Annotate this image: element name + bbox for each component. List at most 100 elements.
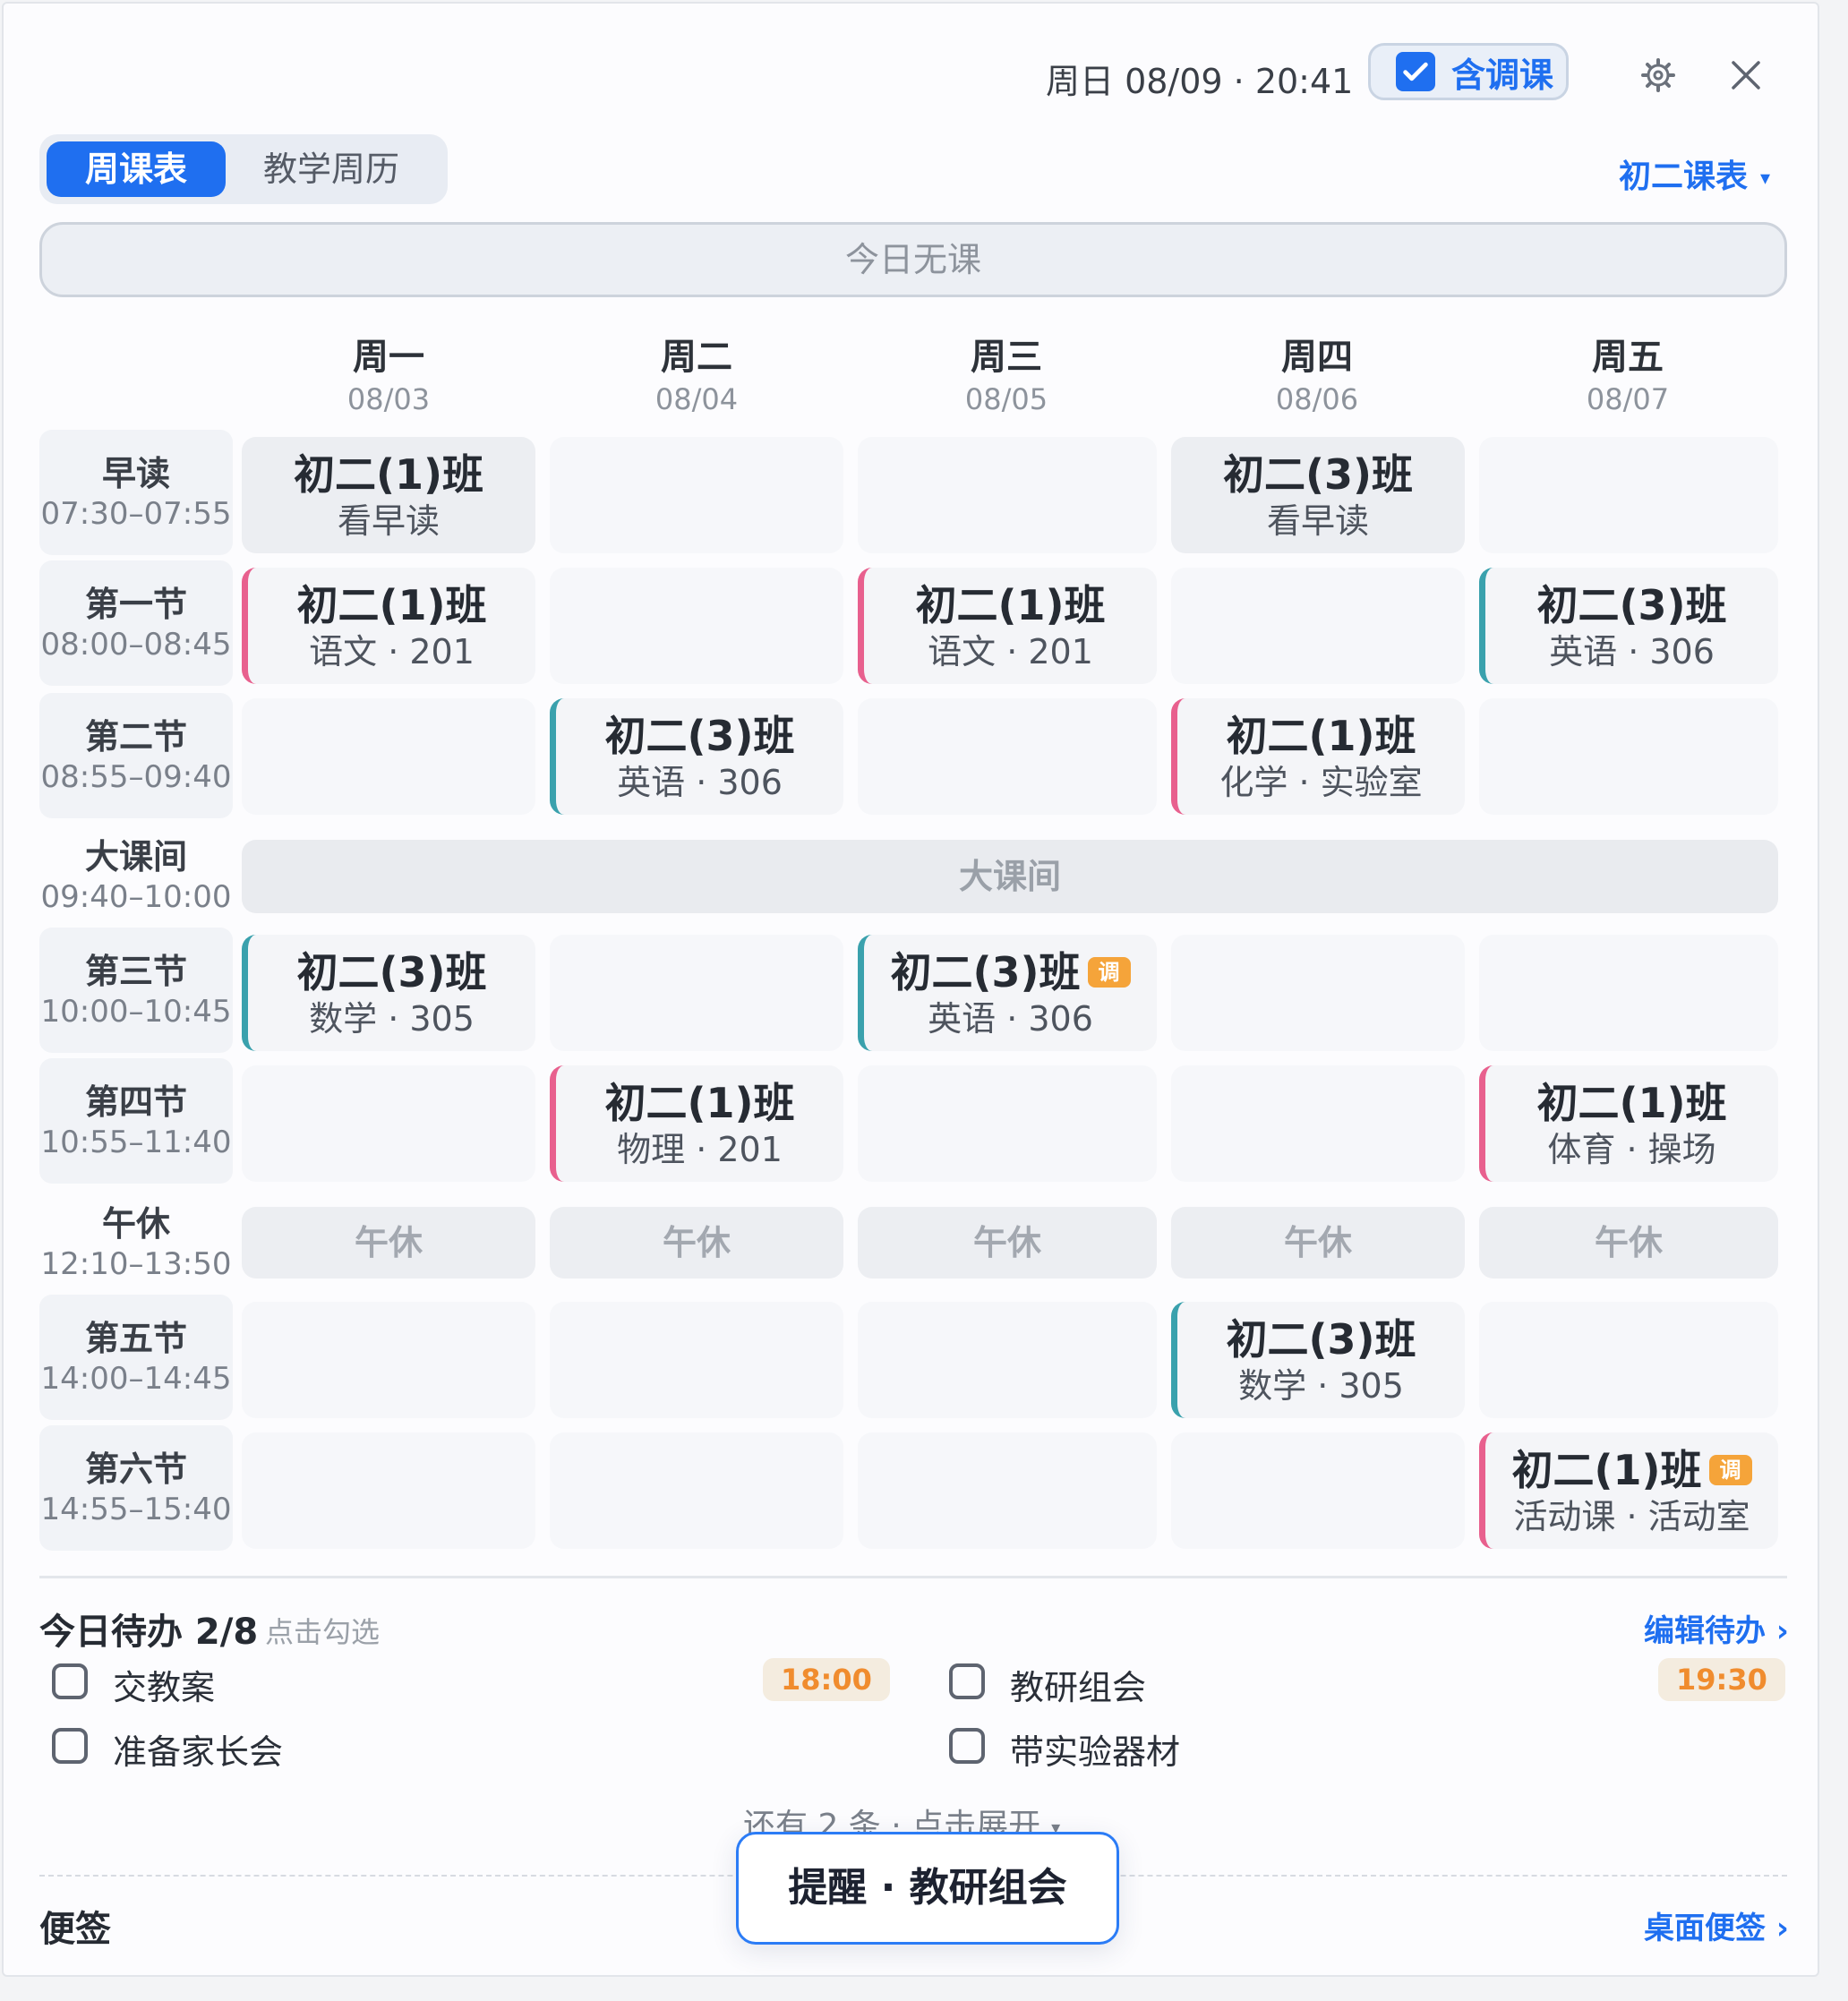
class-card[interactable]: 初二(3)班 看早读 [1171,437,1465,553]
class-detail: 英语 · 306 [928,999,1093,1039]
class-card[interactable]: 初二(1)班 语文 · 201 [242,568,535,684]
empty-slot[interactable] [242,1432,535,1549]
adjusted-badge: 调 [1708,1454,1752,1485]
empty-slot[interactable] [1479,437,1778,553]
schedule-selector[interactable]: 初二课表 ▾ [1619,150,1770,197]
class-detail: 英语 · 306 [617,763,783,802]
empty-slot[interactable] [550,568,843,684]
empty-slot[interactable] [550,1432,843,1549]
include-adjustments-label: 含调课 [1451,55,1554,95]
empty-slot[interactable] [1479,935,1778,1051]
empty-slot[interactable] [1171,1065,1465,1182]
class-card[interactable]: 初二(3)班 数学 · 305 [242,935,535,1051]
todo-hint: 点击勾选 [265,1615,381,1649]
day-header-tue: 周二 08/04 [580,335,813,419]
class-name: 初二(3)班 [296,948,487,996]
period-name: 第一节 [84,585,187,624]
empty-slot[interactable] [858,1302,1157,1418]
checkbox[interactable] [949,1663,985,1699]
class-name: 初二(1)班 [1536,1079,1727,1127]
class-name: 初二(1)班 [915,581,1106,629]
day-name: 周五 [1592,337,1664,378]
period-label: 第五节 14:00–14:45 [39,1295,233,1420]
period-time: 14:55–15:40 [40,1492,232,1527]
class-card[interactable]: 初二(1)班 体育 · 操场 [1479,1065,1778,1182]
todo-item[interactable]: 带实验器材 [949,1721,1773,1774]
empty-slot[interactable] [858,437,1157,553]
period-name: 第四节 [84,1082,187,1122]
class-name: 初二(1)班 [1226,712,1416,760]
class-detail: 英语 · 306 [1549,632,1715,671]
lunch-cell: 午休 [242,1207,535,1278]
view-tabs: 周课表 教学周历 [39,134,448,204]
day-header-fri: 周五 08/07 [1511,335,1744,419]
checkbox[interactable] [949,1728,985,1764]
tab-teaching-calendar[interactable]: 教学周历 [242,141,421,197]
todo-item[interactable]: 交教案 18:00 [52,1656,890,1710]
class-card[interactable]: 初二(1)班调 活动课 · 活动室 [1479,1432,1778,1549]
period-label: 午休 12:10–13:50 [39,1180,233,1305]
period-name: 第五节 [84,1319,187,1358]
period-time: 10:00–10:45 [40,994,232,1030]
include-adjustments-toggle[interactable]: 含调课 [1368,43,1569,100]
empty-slot[interactable] [242,1065,535,1182]
period-label: 第六节 14:55–15:40 [39,1425,233,1551]
class-card[interactable]: 初二(1)班 看早读 [242,437,535,553]
class-detail: 活动课 · 活动室 [1513,1497,1750,1536]
class-card[interactable]: 初二(1)班 物理 · 201 [550,1065,843,1182]
empty-slot[interactable] [1171,568,1465,684]
gear-icon[interactable] [1637,54,1680,97]
class-card[interactable]: 初二(3)班 数学 · 305 [1171,1302,1465,1418]
class-detail: 化学 · 实验室 [1219,763,1423,802]
class-name: 初二(3)班 [1226,1315,1416,1364]
close-icon[interactable] [1724,54,1767,97]
class-card[interactable]: 初二(3)班调 英语 · 306 [858,935,1157,1051]
checkbox[interactable] [52,1663,88,1699]
period-time: 08:55–09:40 [40,759,232,795]
empty-slot[interactable] [1479,698,1778,815]
todo-text: 准备家长会 [113,1732,284,1772]
class-card[interactable]: 初二(3)班 英语 · 306 [550,698,843,815]
class-title-row: 初二(3)班调 [864,947,1157,997]
day-name: 周一 [353,337,424,378]
empty-slot[interactable] [1479,1302,1778,1418]
empty-slot[interactable] [1171,935,1465,1051]
day-date: 08/06 [1275,382,1359,416]
edit-todos-link[interactable]: 编辑待办 › [1644,1606,1789,1650]
class-card[interactable]: 初二(1)班 语文 · 201 [858,568,1157,684]
empty-slot[interactable] [858,1432,1157,1549]
period-label: 第四节 10:55–11:40 [39,1058,233,1184]
empty-slot[interactable] [858,698,1157,815]
class-card[interactable]: 初二(3)班 英语 · 306 [1479,568,1778,684]
todo-item[interactable]: 准备家长会 [52,1721,876,1774]
schedule-selector-label: 初二课表 [1619,158,1749,195]
lunch-cell: 午休 [550,1207,843,1278]
checkbox-icon [1396,52,1435,91]
period-label: 第三节 10:00–10:45 [39,928,233,1053]
day-date: 08/05 [964,382,1048,416]
class-name: 初二(3)班 [1536,581,1727,629]
class-detail: 看早读 [337,501,440,541]
empty-slot[interactable] [242,698,535,815]
empty-slot[interactable] [550,1302,843,1418]
empty-slot[interactable] [550,437,843,553]
reminder-toast[interactable]: 提醒 · 教研组会 [736,1832,1119,1945]
chevron-down-icon: ▾ [1760,167,1771,190]
section-divider [39,1576,1787,1578]
desktop-notes-link[interactable]: 桌面便签 › [1644,1903,1789,1947]
period-time: 08:00–08:45 [40,627,232,663]
empty-slot[interactable] [550,935,843,1051]
empty-slot[interactable] [1171,1432,1465,1549]
empty-slot[interactable] [858,1065,1157,1182]
tab-weekly-schedule[interactable]: 周课表 [47,141,226,197]
period-time: 09:40–10:00 [40,879,232,915]
todo-item[interactable]: 教研组会 19:30 [949,1656,1785,1710]
period-time: 07:30–07:55 [40,496,232,532]
checkbox[interactable] [52,1728,88,1764]
period-name: 大课间 [84,837,187,877]
todo-text: 交教案 [113,1668,216,1707]
big-break-bar: 大课间 [242,840,1778,913]
empty-slot[interactable] [242,1302,535,1418]
class-card[interactable]: 初二(1)班 化学 · 实验室 [1171,698,1465,815]
lunch-cell: 午休 [1171,1207,1465,1278]
